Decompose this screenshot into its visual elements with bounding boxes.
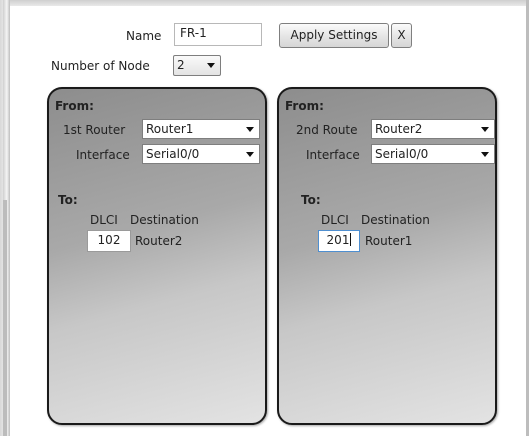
name-label: Name <box>126 29 162 43</box>
destination-value: Router2 <box>135 234 183 248</box>
destination-header: Destination <box>361 213 430 227</box>
text-caret <box>350 233 352 246</box>
node-panel-1: From: 1st Router Router1 Interface Seria… <box>47 87 267 425</box>
chevron-down-icon <box>481 127 489 132</box>
scrollbar-thumb[interactable] <box>3 200 7 436</box>
chevron-down-icon <box>481 152 489 157</box>
dlci-input[interactable]: 201 <box>318 230 360 252</box>
interface-label: Interface <box>306 148 360 162</box>
number-of-nodes-select[interactable]: 2 <box>173 55 221 76</box>
window-top-border <box>10 0 529 6</box>
dlci-input-value: 201 <box>326 233 350 247</box>
router-select-value: Router2 <box>375 122 423 136</box>
router-select[interactable]: Router1 <box>142 119 260 139</box>
from-heading: From: <box>55 99 94 113</box>
chevron-down-icon <box>246 152 254 157</box>
close-button[interactable]: X <box>391 23 412 48</box>
dlci-header: DLCI <box>90 213 118 227</box>
chevron-down-icon <box>207 63 215 68</box>
interface-label: Interface <box>76 148 130 162</box>
dlci-input[interactable]: 102 <box>87 230 131 252</box>
name-input[interactable]: FR-1 <box>174 23 262 46</box>
interface-select[interactable]: Serial0/0 <box>371 144 495 164</box>
destination-header: Destination <box>130 213 199 227</box>
node-panel-2: From: 2nd Route Router2 Interface Serial… <box>277 87 497 425</box>
chevron-down-icon <box>246 127 254 132</box>
interface-select-value: Serial0/0 <box>375 147 429 161</box>
interface-select-value: Serial0/0 <box>146 147 200 161</box>
router-label: 1st Router <box>63 123 126 137</box>
destination-value: Router1 <box>365 234 413 248</box>
apply-settings-button[interactable]: Apply Settings <box>279 23 389 48</box>
from-heading: From: <box>285 99 324 113</box>
router-select[interactable]: Router2 <box>371 119 495 139</box>
interface-select[interactable]: Serial0/0 <box>142 144 260 164</box>
router-select-value: Router1 <box>146 122 194 136</box>
to-heading: To: <box>301 193 321 207</box>
number-of-nodes-value: 2 <box>177 58 185 72</box>
number-of-nodes-label: Number of Node <box>51 59 150 73</box>
to-heading: To: <box>58 193 78 207</box>
dlci-header: DLCI <box>321 213 349 227</box>
router-label: 2nd Route <box>296 123 358 137</box>
